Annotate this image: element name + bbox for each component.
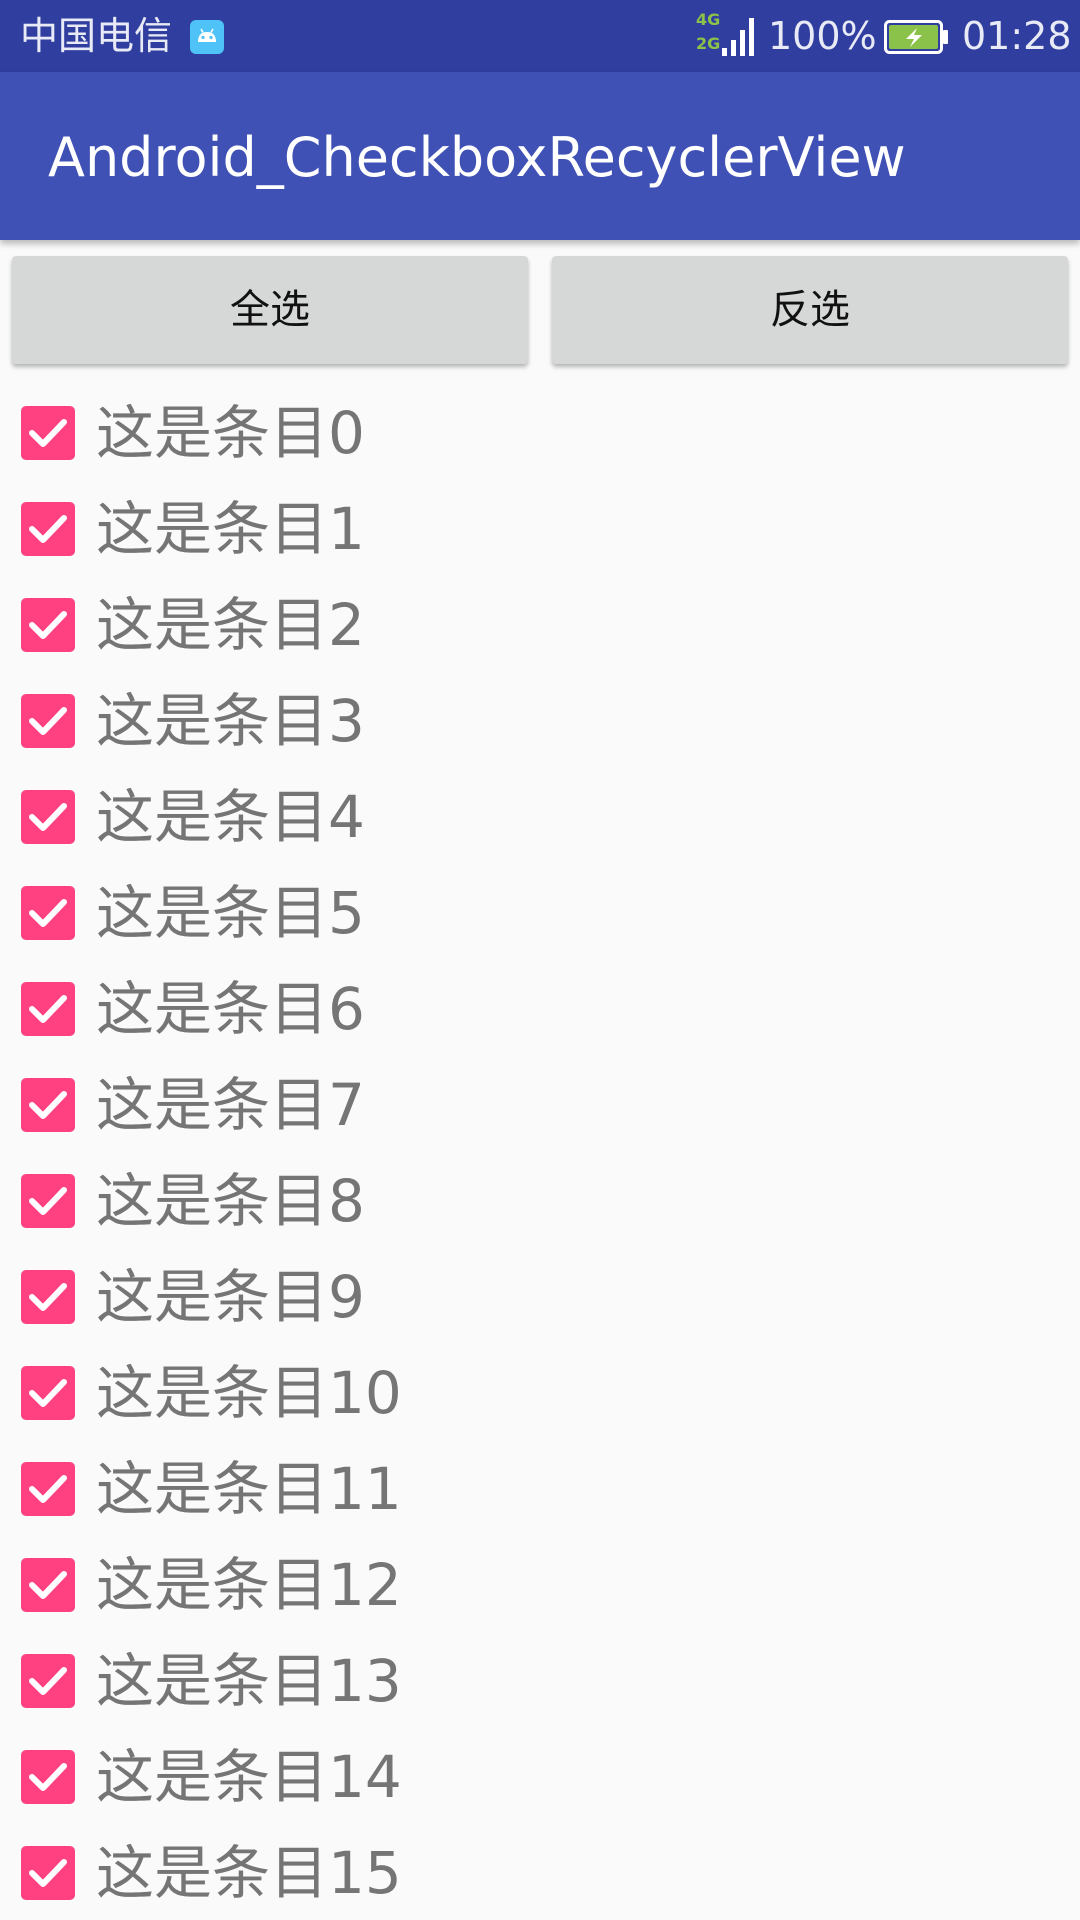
item-label: 这是条目7 [96, 1071, 365, 1139]
item-label: 这是条目1 [96, 495, 365, 563]
item-checkbox[interactable] [21, 1078, 75, 1132]
checkmark-icon [29, 419, 67, 447]
app-bar: Android_CheckboxRecyclerView [0, 72, 1080, 240]
checkmark-icon [29, 1283, 67, 1311]
checkmark-icon [29, 1763, 67, 1791]
list-item[interactable]: 这是条目0 [0, 384, 1080, 480]
item-checkbox[interactable] [21, 1558, 75, 1612]
item-label: 这是条目9 [96, 1263, 365, 1331]
item-label: 这是条目14 [96, 1743, 402, 1811]
list-item[interactable]: 这是条目10 [0, 1344, 1080, 1440]
item-label: 这是条目0 [96, 399, 365, 467]
item-checkbox[interactable] [21, 1750, 75, 1804]
list-item[interactable]: 这是条目3 [0, 672, 1080, 768]
app-title: Android_CheckboxRecyclerView [48, 126, 906, 189]
item-label: 这是条目6 [96, 975, 365, 1043]
list-item[interactable]: 这是条目8 [0, 1152, 1080, 1248]
network-type-bottom: 2G [696, 34, 721, 53]
checkmark-icon [29, 1667, 67, 1695]
item-label: 这是条目13 [96, 1647, 402, 1715]
item-checkbox[interactable] [21, 886, 75, 940]
item-label: 这是条目2 [96, 591, 365, 659]
list-item[interactable]: 这是条目4 [0, 768, 1080, 864]
list-item[interactable]: 这是条目13 [0, 1632, 1080, 1728]
item-checkbox[interactable] [21, 1462, 75, 1516]
list-item[interactable]: 这是条目7 [0, 1056, 1080, 1152]
item-label: 这是条目15 [96, 1839, 402, 1907]
item-label: 这是条目3 [96, 687, 365, 755]
checkmark-icon [29, 1379, 67, 1407]
item-checkbox[interactable] [21, 1654, 75, 1708]
item-label: 这是条目8 [96, 1167, 365, 1235]
checkmark-icon [29, 995, 67, 1023]
checkmark-icon [29, 1475, 67, 1503]
item-label: 这是条目4 [96, 783, 365, 851]
checkmark-icon [29, 707, 67, 735]
list-item[interactable]: 这是条目6 [0, 960, 1080, 1056]
clock: 01:28 [962, 14, 1072, 58]
item-label: 这是条目10 [96, 1359, 402, 1427]
checkmark-icon [29, 1859, 67, 1887]
checkmark-icon [29, 611, 67, 639]
checkmark-icon [29, 899, 67, 927]
item-checkbox[interactable] [21, 982, 75, 1036]
item-checkbox[interactable] [21, 790, 75, 844]
battery-charging-icon [884, 20, 950, 58]
network-type-top: 4G [696, 10, 721, 29]
item-checkbox[interactable] [21, 598, 75, 652]
item-label: 这是条目5 [96, 879, 365, 947]
carrier-name: 中国电信 [20, 14, 173, 58]
list-item[interactable]: 这是条目1 [0, 480, 1080, 576]
item-checkbox[interactable] [21, 1270, 75, 1324]
android-debug-icon [190, 20, 224, 54]
item-checkbox[interactable] [21, 694, 75, 748]
invert-selection-button[interactable]: 反选 [552, 256, 1068, 364]
network-type: 4G 2G [696, 8, 724, 56]
item-label: 这是条目11 [96, 1455, 402, 1523]
list-item[interactable]: 这是条目2 [0, 576, 1080, 672]
item-checkbox[interactable] [21, 1366, 75, 1420]
list-item[interactable]: 这是条目11 [0, 1440, 1080, 1536]
item-checkbox[interactable] [21, 1846, 75, 1900]
signal-icon [722, 14, 756, 64]
list-item[interactable]: 这是条目12 [0, 1536, 1080, 1632]
checkmark-icon [29, 1571, 67, 1599]
select-all-button[interactable]: 全选 [12, 256, 528, 364]
checkmark-icon [29, 1091, 67, 1119]
list-item[interactable]: 这是条目9 [0, 1248, 1080, 1344]
item-checkbox[interactable] [21, 502, 75, 556]
checkmark-icon [29, 803, 67, 831]
list-item[interactable]: 这是条目14 [0, 1728, 1080, 1824]
checkmark-icon [29, 1187, 67, 1215]
battery-percent: 100% [768, 14, 877, 58]
list-item[interactable]: 这是条目5 [0, 864, 1080, 960]
status-bar: 中国电信 4G 2G 100% 01:28 [0, 0, 1080, 72]
item-checkbox[interactable] [21, 1174, 75, 1228]
list-item[interactable]: 这是条目15 [0, 1824, 1080, 1920]
item-checkbox[interactable] [21, 406, 75, 460]
item-label: 这是条目12 [96, 1551, 402, 1619]
checkmark-icon [29, 515, 67, 543]
